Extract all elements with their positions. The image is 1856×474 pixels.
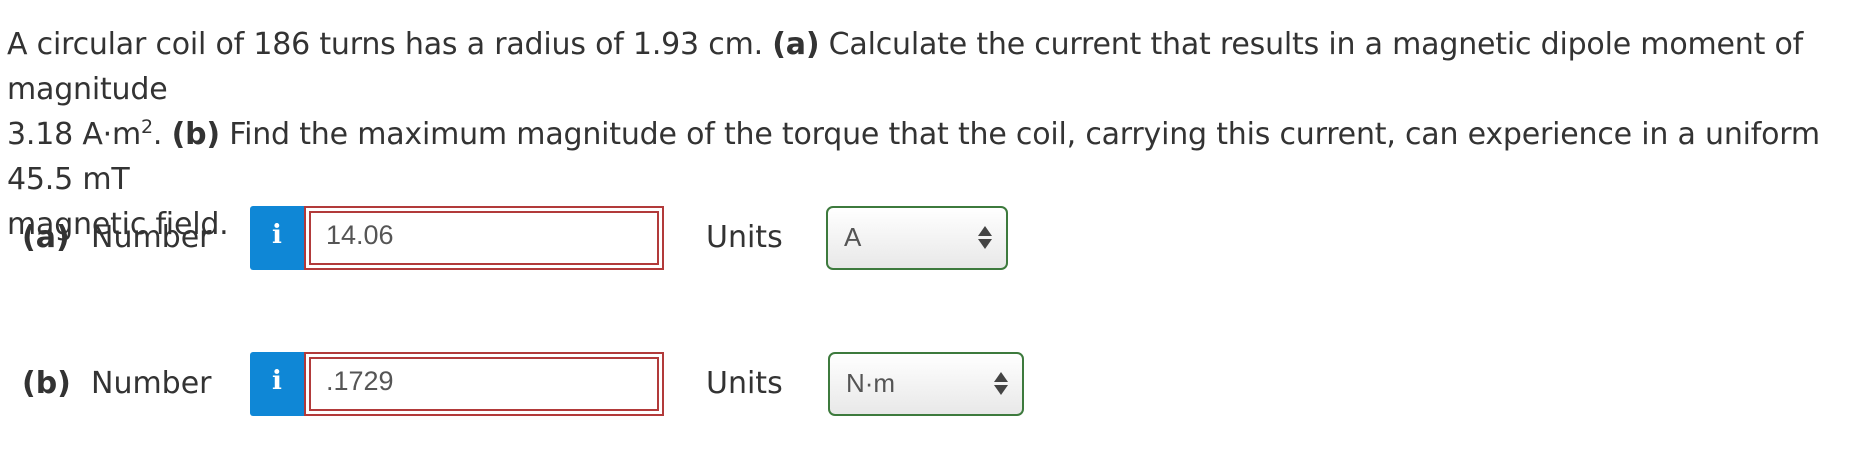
part-a-tag: (a) xyxy=(772,27,820,62)
exponent: 2 xyxy=(141,116,153,138)
problem-text-3: 3.18 A·m xyxy=(7,117,142,152)
number-input-box xyxy=(304,352,664,416)
units-selected-value: N·m xyxy=(846,368,896,398)
units-selected-value: A xyxy=(844,222,862,252)
units-label: Units xyxy=(706,220,783,255)
number-label: Number xyxy=(91,366,212,401)
units-select-b[interactable]: N·m xyxy=(828,352,1024,416)
number-input-box xyxy=(304,206,664,270)
units-select-a[interactable]: A xyxy=(826,206,1008,270)
problem-text-4: . xyxy=(152,117,172,152)
problem-text-5: Find the maximum magnitude of the torque… xyxy=(7,117,1820,197)
number-input-b[interactable] xyxy=(326,354,646,408)
number-label: Number xyxy=(91,220,212,255)
number-input-a[interactable] xyxy=(326,208,646,262)
problem-text-1: A circular coil of 186 turns has a radiu… xyxy=(7,27,773,62)
info-icon[interactable]: i xyxy=(250,352,304,416)
info-icon[interactable]: i xyxy=(250,206,304,270)
part-label: (b) xyxy=(22,366,71,401)
updown-arrows-icon xyxy=(994,369,1008,399)
units-label: Units xyxy=(706,366,783,401)
part-label: (a) xyxy=(22,220,70,255)
part-b-tag: (b) xyxy=(171,117,220,152)
updown-arrows-icon xyxy=(978,223,992,253)
